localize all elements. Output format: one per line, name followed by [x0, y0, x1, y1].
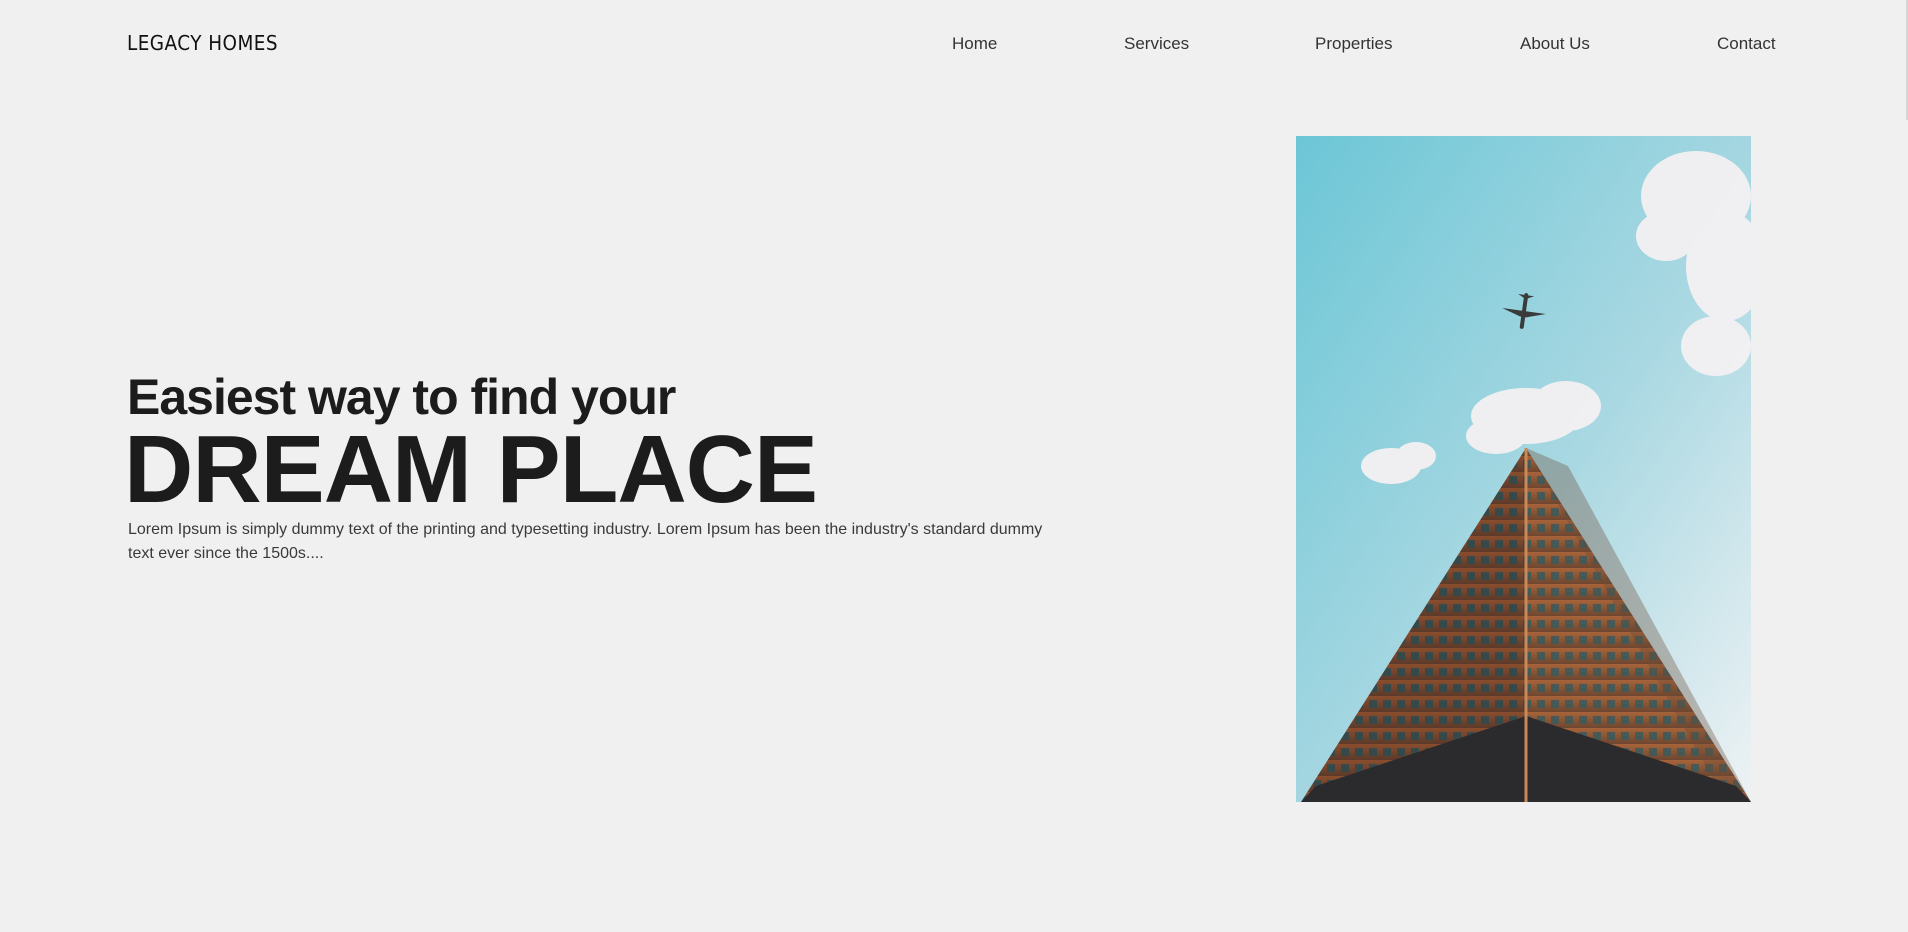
hero-image — [1296, 136, 1751, 802]
hero-description: Lorem Ipsum is simply dummy text of the … — [128, 521, 1043, 562]
nav-contact-link[interactable]: Contact — [1717, 33, 1776, 55]
landing-page: LEGACY HOMES Home Services Properties Ab… — [0, 0, 1908, 932]
nav-properties-link[interactable]: Properties — [1315, 33, 1392, 55]
nav-about-link[interactable]: About Us — [1520, 33, 1590, 55]
main-nav: Home Services Properties About Us Contac… — [0, 33, 1908, 57]
skyscraper-photo — [1296, 136, 1751, 802]
hero-title: DREAM PLACE — [124, 416, 818, 523]
nav-home-link[interactable]: Home — [952, 33, 997, 55]
nav-services-link[interactable]: Services — [1124, 33, 1189, 55]
